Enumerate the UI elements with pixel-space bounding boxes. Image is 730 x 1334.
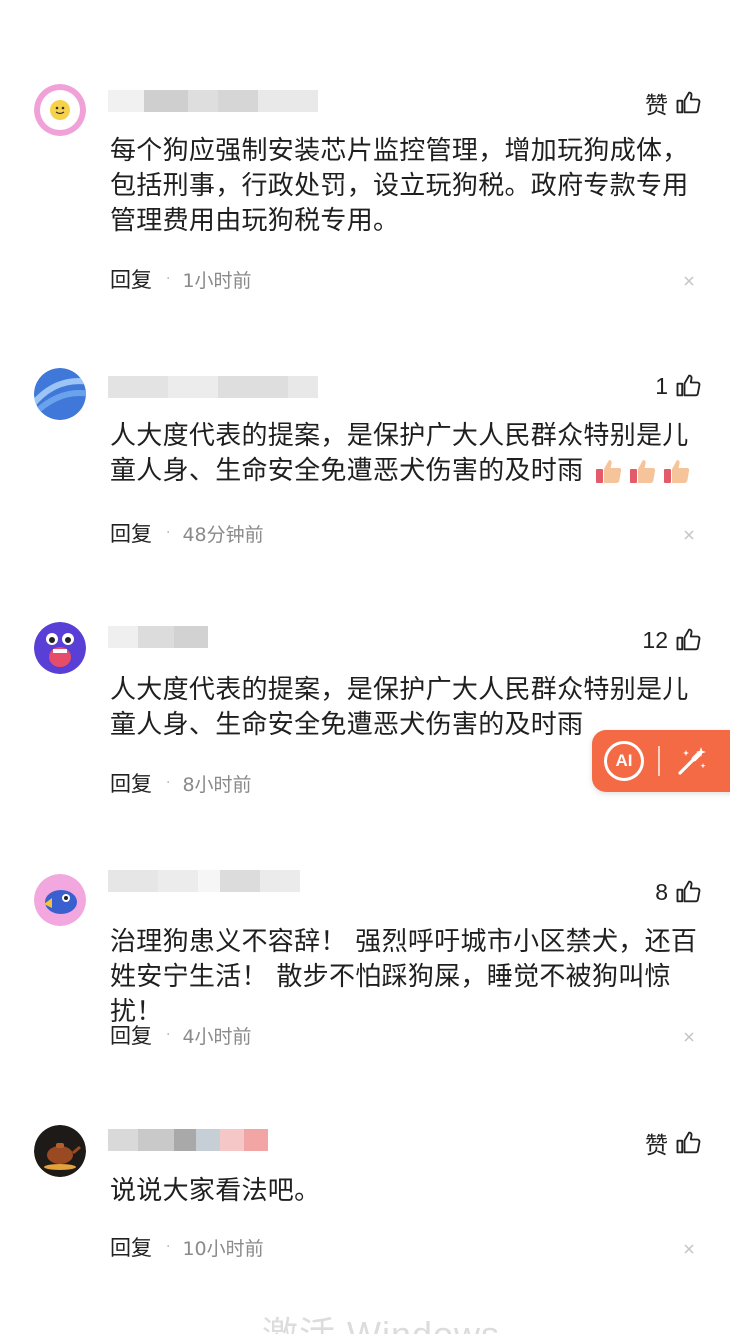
blue-bird-avatar[interactable] (34, 874, 86, 926)
comment-meta: 回复 · 1小时前 (110, 264, 252, 294)
teapot-avatar[interactable] (34, 1125, 86, 1177)
thumbs-up-icon (676, 1131, 701, 1154)
reply-button[interactable]: 回复 (110, 518, 152, 548)
username-blurred[interactable] (108, 622, 208, 652)
like-button[interactable]: 赞 (645, 86, 702, 120)
thumbs-up-icon (676, 91, 701, 114)
thumbs-up-icon (676, 374, 701, 397)
emoji-group (594, 457, 692, 487)
comment-text: 每个狗应强制安装芯片监控管理，增加玩狗成体，包括刑事，行政处罚，设立玩狗税。政府… (110, 136, 689, 236)
username-blurred[interactable] (108, 86, 318, 116)
thumbs-up-emoji (663, 459, 690, 483)
blue-wave-avatar[interactable] (34, 368, 86, 420)
thumbs-up-emoji (595, 459, 622, 483)
separator-dot: · (166, 1239, 171, 1255)
thumbs-up-emoji (629, 459, 656, 483)
like-count: 1 (655, 372, 668, 399)
reply-button[interactable]: 回复 (110, 264, 152, 294)
magic-wand-icon[interactable] (674, 743, 710, 779)
like-count: 赞 (645, 93, 668, 119)
ai-assistant-button[interactable]: AI (592, 730, 730, 792)
reply-button[interactable]: 回复 (110, 1020, 152, 1050)
ai-label: AI (604, 741, 644, 781)
close-icon[interactable] (682, 1030, 696, 1044)
like-button[interactable]: 12 (642, 626, 702, 654)
separator-dot: · (166, 271, 171, 287)
comment-list-page: 赞 每个狗应强制安装芯片监控管理，增加玩狗成体，包括刑事，行政处罚，设立玩狗税。… (0, 0, 730, 1334)
comment-time: 10小时前 (182, 1237, 264, 1260)
previous-comment-remnant (110, 0, 270, 6)
like-button[interactable]: 8 (655, 878, 702, 906)
close-icon[interactable] (682, 1242, 696, 1256)
comment-meta: 回复 · 8小时前 (110, 768, 252, 798)
username-blurred[interactable] (108, 866, 300, 896)
separator-dot: · (166, 525, 171, 541)
like-count: 8 (655, 878, 668, 905)
thumbs-up-icon (676, 880, 701, 903)
reply-button[interactable]: 回复 (110, 768, 152, 798)
comment-text: 说说大家看法吧。 (110, 1176, 321, 1206)
like-count: 12 (642, 626, 668, 653)
windows-activation-watermark: 激活 Windows (262, 1306, 500, 1334)
comment-time: 48分钟前 (182, 523, 264, 546)
comment-meta: 回复 · 4小时前 (110, 1020, 252, 1050)
thumbs-up-icon (676, 628, 701, 651)
comment-time: 8小时前 (182, 773, 252, 796)
purple-monster-avatar[interactable] (34, 622, 86, 674)
separator-dot: · (166, 775, 171, 791)
comment-meta: 回复 · 10小时前 (110, 1232, 264, 1262)
comment-time: 1小时前 (182, 269, 252, 292)
username-blurred[interactable] (108, 1125, 268, 1155)
username-blurred[interactable] (108, 372, 318, 402)
yellow-face-avatar[interactable] (34, 84, 86, 136)
ai-divider (658, 746, 660, 776)
like-button[interactable]: 1 (655, 372, 702, 400)
close-icon[interactable] (682, 274, 696, 288)
like-button[interactable]: 赞 (645, 1126, 702, 1160)
comment-meta: 回复 · 48分钟前 (110, 518, 264, 548)
close-icon[interactable] (682, 528, 696, 542)
comment-text-wrapper: 人大度代表的提案，是保护广大人民群众特别是儿童人身、生命安全免遭恶犬伤害的及时雨 (110, 419, 710, 489)
comment-text: 治理狗患义不容辞！ 强烈呼吁城市小区禁犬，还百姓安宁生活！ 散步不怕踩狗屎，睡觉… (110, 927, 698, 1027)
separator-dot: · (166, 1027, 171, 1043)
like-count: 赞 (645, 1133, 668, 1159)
reply-button[interactable]: 回复 (110, 1232, 152, 1262)
comment-time: 4小时前 (182, 1025, 252, 1048)
